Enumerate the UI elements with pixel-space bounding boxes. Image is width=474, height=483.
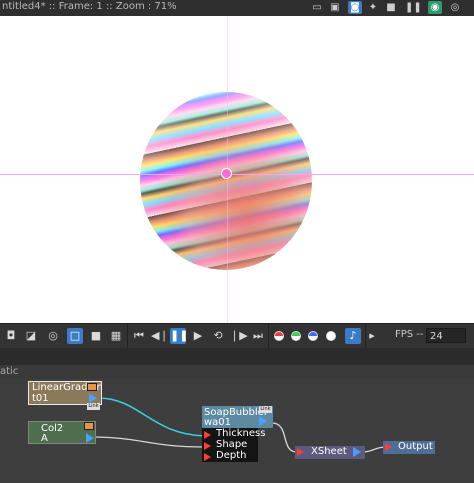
viewer-canvas[interactable]: Col1 bbox=[0, 16, 474, 323]
panel-divider bbox=[0, 348, 474, 365]
output-port-icon[interactable] bbox=[89, 393, 97, 403]
col2-node[interactable]: Col2 A bbox=[28, 421, 96, 444]
port-depth: Depth bbox=[216, 450, 247, 461]
linear-gradient-node[interactable]: LinearGradien t01 Link bbox=[28, 381, 103, 410]
preview-eye-icon[interactable]: ◉ bbox=[428, 1, 442, 14]
depth-port-icon[interactable] bbox=[204, 453, 211, 461]
soap-bubble-ports: Thickness Shape Depth bbox=[202, 428, 265, 462]
fps-input[interactable]: 24 bbox=[426, 328, 466, 343]
render-toggle-icon[interactable] bbox=[84, 422, 94, 430]
checker-bg-button[interactable]: ▦ bbox=[108, 328, 124, 344]
thickness-port-icon[interactable] bbox=[204, 431, 211, 439]
center-handle[interactable] bbox=[221, 168, 232, 179]
loop-icon[interactable]: ⟲ bbox=[210, 328, 226, 344]
camera-view-icon[interactable]: ◙ bbox=[348, 1, 362, 14]
wire-col2-to-shape bbox=[91, 436, 206, 448]
center-handle-label: Col1 bbox=[236, 179, 261, 192]
node-id: wa01 bbox=[204, 417, 232, 428]
xsheet-node[interactable]: XSheet bbox=[295, 446, 365, 459]
wire-gradient-to-thickness bbox=[97, 397, 206, 437]
eye-icon[interactable]: ◎ bbox=[45, 328, 61, 344]
expand-arrow-icon[interactable]: ▸ bbox=[368, 328, 376, 344]
first-frame-icon[interactable]: ⏮ bbox=[131, 328, 147, 344]
node-id: A bbox=[41, 433, 48, 444]
output-port-icon[interactable] bbox=[353, 447, 361, 457]
green-channel-icon[interactable] bbox=[291, 331, 301, 341]
schematic-title: atic bbox=[0, 366, 19, 377]
output-node[interactable]: Output bbox=[383, 441, 435, 454]
snapshot-camera-icon[interactable]: ◘ bbox=[3, 328, 19, 344]
render-toggle-icon[interactable] bbox=[87, 383, 97, 391]
toggle-eye-icon[interactable]: ◎ bbox=[448, 1, 462, 14]
3d-icon[interactable]: ✦ bbox=[366, 1, 380, 14]
wire-soap-to-xsheet bbox=[271, 422, 298, 453]
port-thickness: Thickness bbox=[216, 428, 266, 439]
node-name: Output bbox=[398, 441, 433, 452]
last-frame-icon[interactable]: ⏭ bbox=[250, 328, 266, 344]
link-tag: Link bbox=[87, 403, 100, 410]
viewer-header: ntitled4* :: Frame: 1 :: Zoom : 71% ▭ ▣ … bbox=[0, 0, 474, 16]
viewer-title: ntitled4* :: Frame: 1 :: Zoom : 71% bbox=[2, 1, 177, 12]
shape-port-icon[interactable] bbox=[204, 442, 211, 450]
soap-bubble-node[interactable]: SoapBubbleI wa01 Link bbox=[202, 406, 273, 428]
output-port-icon[interactable] bbox=[86, 433, 94, 443]
frame-icon[interactable]: ▣ bbox=[328, 1, 342, 14]
horizontal-guide bbox=[0, 174, 474, 175]
link-tag: Link bbox=[259, 406, 272, 413]
viewer-toolbar: ◘ ◪ ◎ □ ■ ▦ ⏮ ◀❘ ❚❚ ▶ ⟲ ❘▶ ⏭ ♪ ▸ FPS -- … bbox=[0, 323, 474, 349]
play-button[interactable]: ▶ bbox=[190, 328, 206, 344]
blue-channel-icon[interactable] bbox=[308, 331, 318, 341]
black-bg-button[interactable]: ■ bbox=[88, 328, 104, 344]
prev-frame-icon[interactable]: ◀❘ bbox=[151, 328, 169, 344]
red-channel-icon[interactable] bbox=[274, 331, 284, 341]
node-id: t01 bbox=[32, 393, 49, 404]
sound-icon[interactable]: ♪ bbox=[345, 328, 361, 344]
camera-icon[interactable]: ■ bbox=[384, 1, 398, 14]
pause-icon[interactable]: ❚❚ bbox=[405, 1, 422, 14]
soap-bubble-shading bbox=[140, 92, 312, 270]
input-port-icon[interactable] bbox=[385, 443, 392, 451]
port-shape: Shape bbox=[216, 439, 248, 450]
white-bg-button[interactable]: □ bbox=[67, 328, 83, 344]
compare-icon[interactable]: ◪ bbox=[23, 328, 39, 344]
node-name: XSheet bbox=[311, 446, 347, 457]
checker-icon[interactable]: ▭ bbox=[310, 1, 324, 14]
output-port-icon[interactable] bbox=[259, 416, 267, 426]
input-port-icon[interactable] bbox=[297, 448, 304, 456]
fps-label: FPS -- / bbox=[395, 329, 431, 340]
alpha-channel-icon[interactable] bbox=[326, 331, 336, 341]
pause-button[interactable]: ❚❚ bbox=[170, 328, 188, 344]
next-frame-icon[interactable]: ❘▶ bbox=[230, 328, 248, 344]
schematic-title-bar: atic bbox=[0, 365, 474, 379]
